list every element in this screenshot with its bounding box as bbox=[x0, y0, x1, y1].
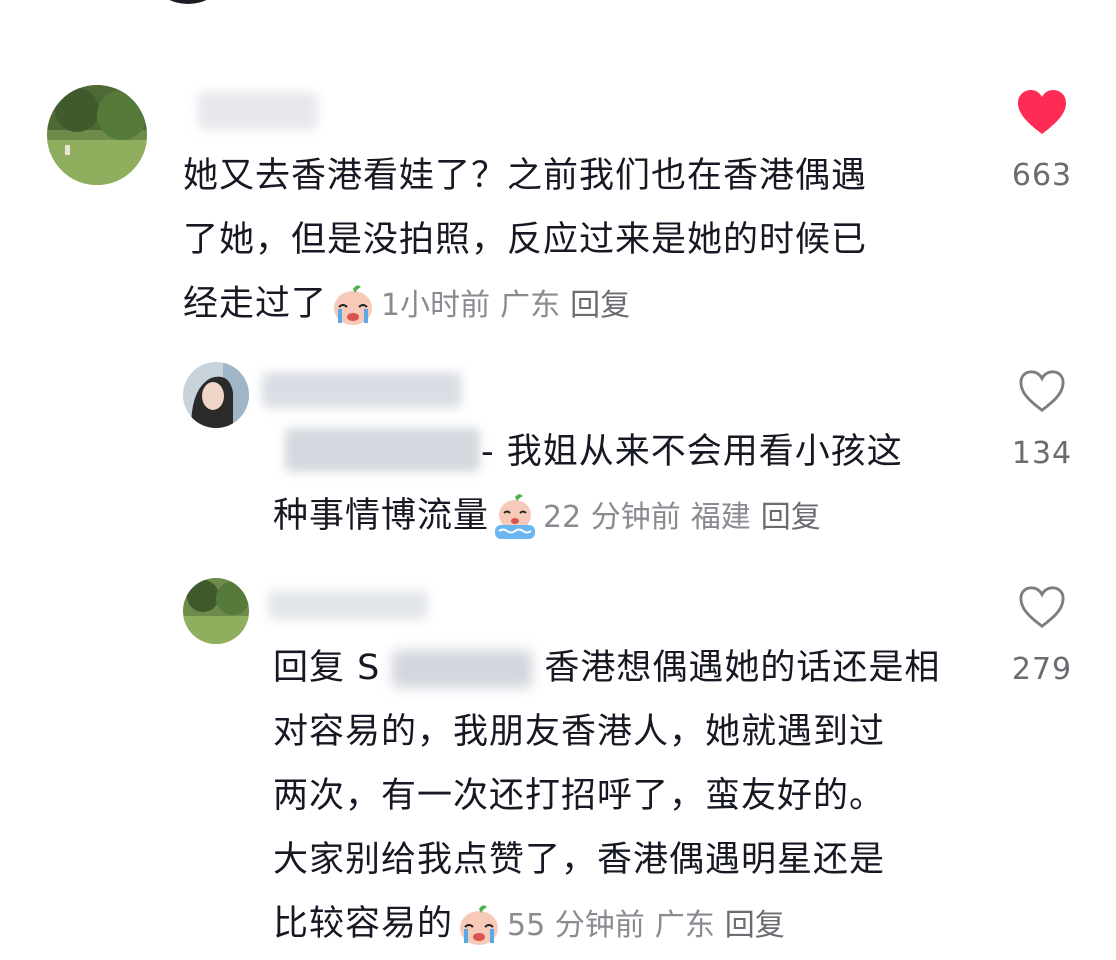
comment-line: 对容易的，我朋友香港人，她就遇到过 bbox=[273, 712, 886, 752]
blurred-username bbox=[268, 590, 428, 620]
comment-line-text: 比较容易的 bbox=[273, 904, 454, 944]
comment-line: 种事情博流量 22 分钟前 福建 回复 bbox=[273, 484, 973, 550]
comment-line-text: 种事情博流量 bbox=[273, 496, 490, 536]
comment-text: 回复 S 香港想偶遇她的话还是相 对容易的，我朋友香港人，她就遇到过 两次，有一次… bbox=[273, 636, 973, 958]
crying-in-pool-emoji bbox=[491, 493, 539, 541]
landscape-avatar-image bbox=[47, 85, 147, 185]
like-count: 134 bbox=[1011, 436, 1073, 471]
comment-meta: 55 分钟前 广东 回复 bbox=[507, 908, 795, 943]
comment-location: 福建 bbox=[690, 500, 751, 535]
comment-meta: 22 分钟前 福建 回复 bbox=[543, 500, 831, 535]
comment-time: 55 分钟前 bbox=[507, 908, 645, 943]
comment-line: - 我姐从来不会用看小孩这 bbox=[481, 432, 903, 472]
heart-filled-icon bbox=[1018, 90, 1066, 134]
comment-line: 她又去香港看娃了？之前我们也在香港偶遇 bbox=[183, 156, 868, 196]
comment-line: 两次，有一次还打招呼了，蛮友好的。 bbox=[273, 776, 886, 816]
crying-face-emoji bbox=[329, 281, 377, 329]
like-count: 663 bbox=[1011, 158, 1073, 193]
comment-text: - 我姐从来不会用看小孩这 种事情博流量 22 分钟前 福建 回复 bbox=[273, 420, 973, 550]
like-button[interactable]: 663 bbox=[997, 88, 1087, 193]
blurred-mention bbox=[392, 650, 533, 688]
heart-outline-icon bbox=[1019, 370, 1065, 412]
blurred-username bbox=[262, 372, 462, 408]
comment-text: 她又去香港看娃了？之前我们也在香港偶遇 了她，但是没拍照，反应过来是她的时候已 … bbox=[183, 144, 983, 338]
comment-line: 回复 S 香港想偶遇她的话还是相 bbox=[273, 636, 973, 700]
reply-button[interactable]: 回复 bbox=[761, 500, 821, 535]
comment-line: 比较容易的 55 分钟前 广东 回复 bbox=[273, 892, 973, 958]
blurred-username bbox=[198, 92, 318, 130]
crying-face-emoji bbox=[455, 901, 503, 949]
avatar[interactable] bbox=[183, 362, 249, 428]
portrait-avatar-image bbox=[183, 362, 249, 428]
avatar[interactable] bbox=[47, 85, 147, 185]
heart-outline-icon bbox=[1019, 586, 1065, 628]
comment-line: 了她，但是没拍照，反应过来是她的时候已 bbox=[183, 220, 868, 260]
avatar[interactable] bbox=[183, 578, 249, 644]
previous-comment-avatar bbox=[158, 0, 218, 4]
comment-location: 广东 bbox=[654, 908, 715, 943]
comment-line: 经走过了 1小时前 广东 回复 bbox=[183, 272, 983, 338]
comment-time: 22 分钟前 bbox=[543, 500, 681, 535]
reply-prefix: 回复 S bbox=[273, 648, 381, 688]
like-count: 279 bbox=[1011, 652, 1073, 687]
like-button[interactable]: 134 bbox=[997, 368, 1087, 471]
reply-button[interactable]: 回复 bbox=[725, 908, 785, 943]
comment-line-text: 香港想偶遇她的话还是相 bbox=[544, 648, 941, 688]
comment-meta: 1小时前 广东 回复 bbox=[381, 288, 640, 323]
comment-line-text: 经走过了 bbox=[183, 284, 328, 324]
landscape-avatar-image bbox=[183, 578, 249, 644]
comment-time: 1小时前 bbox=[381, 288, 491, 323]
reply-button[interactable]: 回复 bbox=[570, 288, 630, 323]
comment-line: 大家别给我点赞了，香港偶遇明星还是 bbox=[273, 840, 886, 880]
comment-location: 广东 bbox=[500, 288, 561, 323]
like-button[interactable]: 279 bbox=[997, 584, 1087, 687]
